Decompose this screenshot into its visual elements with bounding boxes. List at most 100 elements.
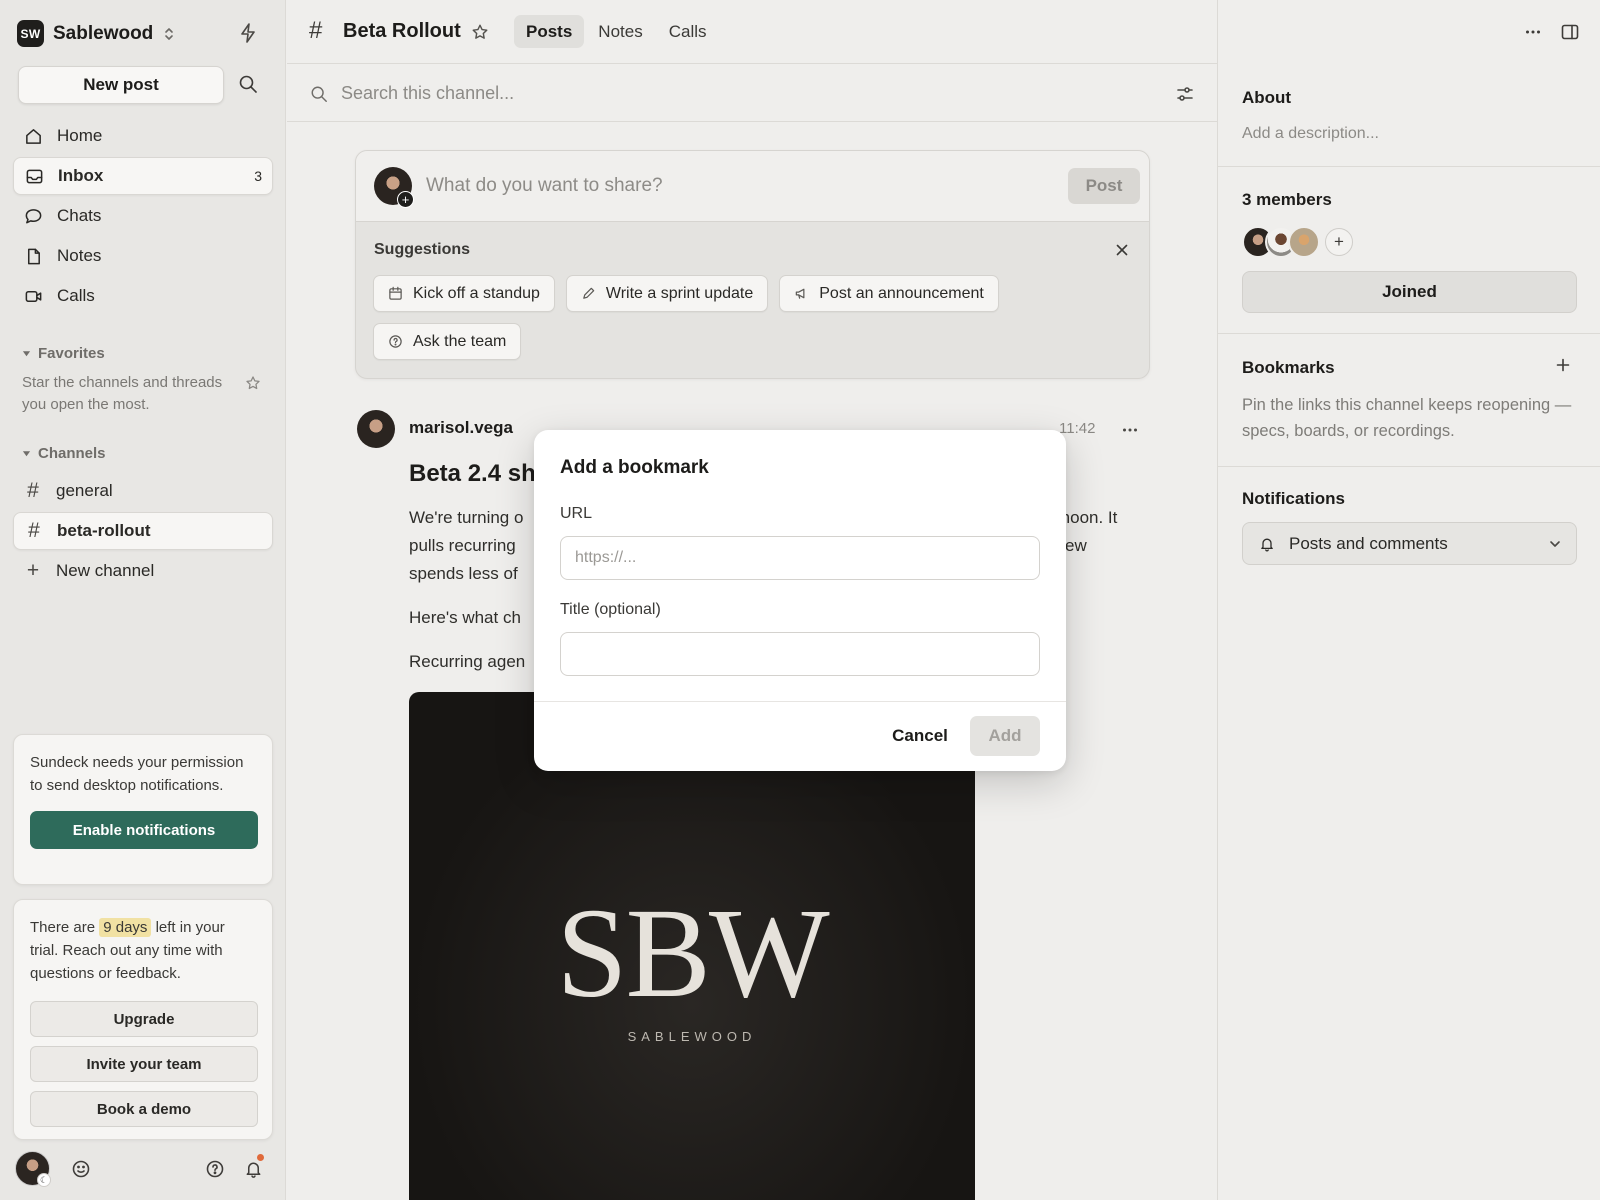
close-icon[interactable] — [1115, 243, 1129, 257]
brand-wordmark: SABLEWOOD — [627, 1029, 757, 1044]
help-icon[interactable] — [205, 1159, 225, 1179]
composer-input[interactable] — [426, 173, 1026, 199]
search-icon — [310, 85, 328, 103]
more-horizontal-icon[interactable] — [1523, 22, 1543, 42]
bookmarks-heading: Bookmarks — [1242, 358, 1335, 377]
post-body-line: spends less of — [409, 564, 518, 583]
workspace-logo: SW — [17, 20, 44, 47]
favorites-empty-text: Star the channels and threads you open t… — [22, 374, 223, 413]
megaphone-icon — [794, 286, 809, 301]
sidebar-item-label: Notes — [57, 246, 102, 265]
hash-icon: # — [309, 17, 323, 44]
caret-down-icon — [22, 349, 31, 358]
notifications-select-value: Posts and comments — [1289, 533, 1448, 553]
tab-calls[interactable]: Calls — [657, 15, 719, 48]
new-post-button[interactable]: New post — [18, 66, 224, 104]
sidebar-item-calls[interactable]: Calls — [13, 277, 273, 315]
sidebar: SW Sablewood New post Home Inbox 3 Chats… — [0, 0, 286, 1200]
tab-posts[interactable]: Posts — [514, 15, 585, 48]
channel-details-panel: About Add a description... 3 members + J… — [1217, 0, 1600, 1200]
sidebar-bottom-bar: ☾ — [15, 1151, 271, 1189]
suggestion-chip-sprint-update[interactable]: Write a sprint update — [565, 275, 769, 312]
sidebar-item-label: Calls — [57, 286, 95, 305]
sidebar-nav: Home Inbox 3 Chats Notes Calls — [13, 117, 273, 317]
sidebar-item-channel-general[interactable]: # general — [13, 472, 273, 510]
post-title: Beta 2.4 shi — [409, 460, 539, 487]
workspace-switcher[interactable]: SW Sablewood — [17, 20, 174, 47]
sidebar-item-chats[interactable]: Chats — [13, 197, 273, 235]
new-channel-label: New channel — [56, 561, 155, 580]
post-button[interactable]: Post — [1068, 168, 1140, 204]
suggestion-chips: Kick off a standup Write a sprint update… — [373, 275, 1143, 360]
post-timestamp: 11:42 — [1059, 420, 1096, 437]
invite-team-button[interactable]: Invite your team — [30, 1046, 258, 1082]
suggestion-chip-announcement[interactable]: Post an announcement — [779, 275, 999, 312]
new-channel-button[interactable]: + New channel — [13, 552, 273, 590]
bookmarks-section: Bookmarks Pin the links this channel kee… — [1218, 334, 1600, 467]
about-section: About Add a description... — [1218, 64, 1600, 167]
post-body-line: pulls recurring — [409, 536, 516, 555]
trial-text: There are 9 days left in your trial. Rea… — [30, 918, 225, 982]
smiley-icon[interactable] — [71, 1159, 91, 1179]
workspace-name: Sablewood — [53, 22, 154, 44]
notifications-select[interactable]: Posts and comments — [1242, 522, 1577, 565]
trial-days-highlight: 9 days — [99, 918, 152, 937]
note-icon — [24, 247, 43, 266]
upgrade-button[interactable]: Upgrade — [30, 1001, 258, 1037]
member-avatars: + — [1242, 226, 1353, 258]
search-input[interactable] — [341, 80, 1121, 106]
inbox-count-badge: 3 — [254, 168, 262, 184]
book-demo-button[interactable]: Book a demo — [30, 1091, 258, 1127]
dialog-title: Add a bookmark — [560, 457, 709, 478]
filter-sliders-icon[interactable] — [1175, 84, 1195, 104]
chat-icon — [24, 207, 43, 226]
chevron-down-icon — [1548, 537, 1562, 551]
avatar[interactable] — [1288, 226, 1320, 258]
hash-icon: # — [27, 479, 39, 502]
channels-heading[interactable]: Channels — [22, 445, 106, 462]
pencil-icon — [581, 286, 596, 301]
caret-down-icon — [22, 449, 31, 458]
favorites-heading[interactable]: Favorites — [22, 345, 105, 362]
joined-button[interactable]: Joined — [1242, 271, 1577, 313]
sidebar-item-label: Inbox — [58, 166, 104, 185]
title-field[interactable] — [560, 632, 1040, 676]
home-icon — [24, 127, 43, 146]
bookmarks-empty-text: Pin the links this channel keeps reopeni… — [1242, 396, 1572, 440]
add-bookmark-dialog: Add a bookmark URL Title (optional) Canc… — [534, 430, 1066, 771]
enable-notifications-button[interactable]: Enable notifications — [30, 811, 258, 849]
tab-notes[interactable]: Notes — [586, 15, 654, 48]
search-icon[interactable] — [238, 74, 258, 94]
suggestion-chip-standup[interactable]: Kick off a standup — [373, 275, 555, 312]
url-field[interactable] — [560, 536, 1040, 580]
post-author[interactable]: marisol.vega — [409, 418, 513, 438]
about-description-input[interactable]: Add a description... — [1242, 125, 1379, 143]
add-bookmark-icon[interactable] — [1555, 357, 1571, 373]
sidebar-item-home[interactable]: Home — [13, 117, 273, 155]
sidebar-item-notes[interactable]: Notes — [13, 237, 273, 275]
add-member-button[interactable]: + — [1325, 228, 1353, 256]
suggestion-chip-ask-team[interactable]: Ask the team — [373, 323, 522, 360]
add-button[interactable]: Add — [970, 716, 1040, 756]
channel-search-bar — [287, 64, 1217, 122]
cancel-button[interactable]: Cancel — [881, 716, 959, 756]
hash-icon: # — [28, 519, 40, 542]
more-horizontal-icon[interactable] — [1120, 420, 1140, 440]
sidebar-item-channel-beta-rollout[interactable]: # beta-rollout — [13, 512, 273, 550]
composer-input-row: + Post — [356, 151, 1149, 222]
bell-icon[interactable] — [244, 1159, 263, 1179]
sidebar-item-inbox[interactable]: Inbox 3 — [13, 157, 273, 195]
plus-icon: + — [26, 559, 40, 582]
avatar[interactable] — [357, 410, 395, 448]
trial-card: There are 9 days left in your trial. Rea… — [13, 899, 273, 1140]
toggle-panel-icon[interactable] — [1560, 22, 1580, 42]
bolt-icon[interactable] — [238, 22, 258, 44]
moon-icon: ☾ — [37, 1173, 51, 1187]
star-icon[interactable] — [471, 23, 489, 41]
plus-icon[interactable]: + — [397, 191, 414, 208]
bell-icon — [1259, 536, 1275, 552]
suggestions-title: Suggestions — [374, 241, 471, 258]
sidebar-item-label: Chats — [57, 206, 102, 225]
about-heading: About — [1242, 88, 1292, 107]
url-label: URL — [560, 505, 593, 522]
